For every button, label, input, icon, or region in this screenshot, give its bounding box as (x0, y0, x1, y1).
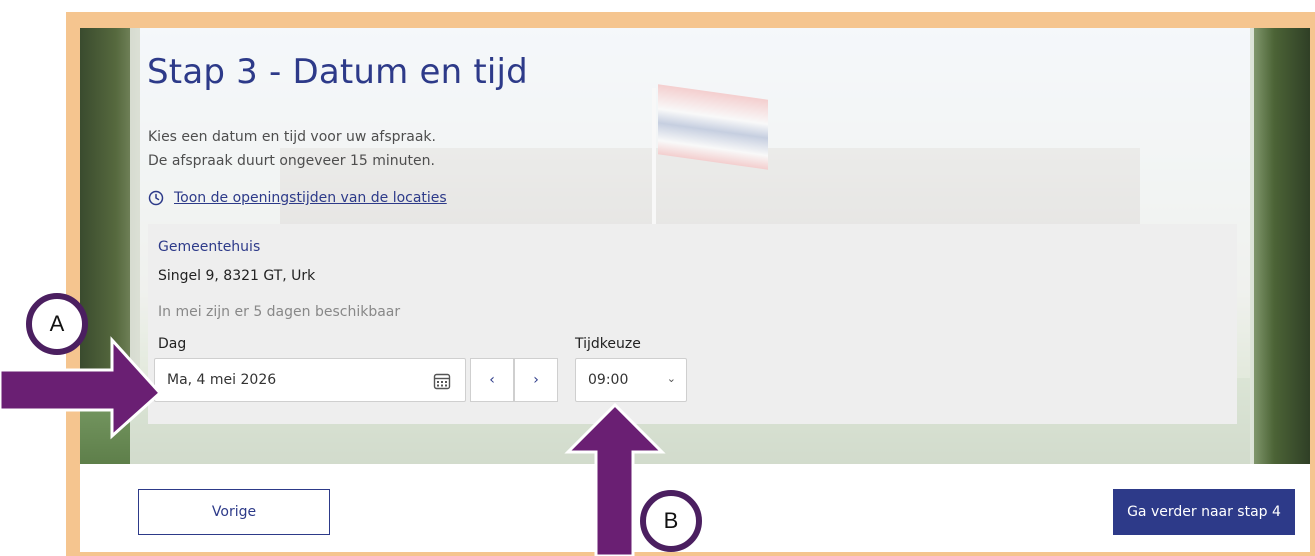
intro-text-line-2: De afspraak duurt ongeveer 15 minuten. (148, 153, 435, 169)
date-input[interactable]: Ma, 4 mei 2026 (154, 358, 466, 402)
chevron-down-icon: ⌄ (666, 372, 676, 385)
tree-right (1250, 28, 1310, 464)
time-label: Tijdkeuze (575, 336, 641, 352)
annotation-badge-b: B (640, 490, 702, 552)
location-address: Singel 9, 8321 GT, Urk (158, 268, 316, 284)
date-value[interactable]: Ma, 4 mei 2026 (167, 372, 276, 388)
availability-text: In mei zijn er 5 dagen beschikbaar (158, 304, 401, 320)
time-value[interactable]: 09:00 (588, 372, 628, 388)
calendar-icon[interactable] (433, 372, 451, 390)
app-window: Stap 3 - Datum en tijd Kies een datum en… (80, 28, 1310, 552)
intro-text-line-1: Kies een datum en tijd voor uw afspraak. (148, 129, 436, 145)
previous-day-button[interactable]: ‹ (470, 358, 514, 402)
location-name: Gemeentehuis (158, 239, 261, 255)
opening-hours-link[interactable]: Toon de openingstijden van de locaties (148, 190, 447, 206)
step-panel: Stap 3 - Datum en tijd Kies een datum en… (130, 28, 1254, 464)
day-label: Dag (158, 336, 187, 352)
page-title: Stap 3 - Datum en tijd (147, 52, 528, 92)
opening-hours-link-label[interactable]: Toon de openingstijden van de locaties (174, 190, 447, 206)
back-button[interactable]: Vorige (138, 489, 330, 535)
background-photo: Stap 3 - Datum en tijd Kies een datum en… (80, 28, 1310, 464)
continue-button[interactable]: Ga verder naar stap 4 (1113, 489, 1295, 535)
location-card: Gemeentehuis Singel 9, 8321 GT, Urk In m… (148, 224, 1237, 424)
next-day-button[interactable]: › (514, 358, 558, 402)
annotation-badge-a: A (26, 293, 88, 355)
time-select[interactable]: 09:00 ⌄ (575, 358, 687, 402)
chevron-left-icon: ‹ (489, 372, 495, 388)
chevron-right-icon: › (533, 372, 539, 388)
clock-icon (148, 190, 164, 206)
